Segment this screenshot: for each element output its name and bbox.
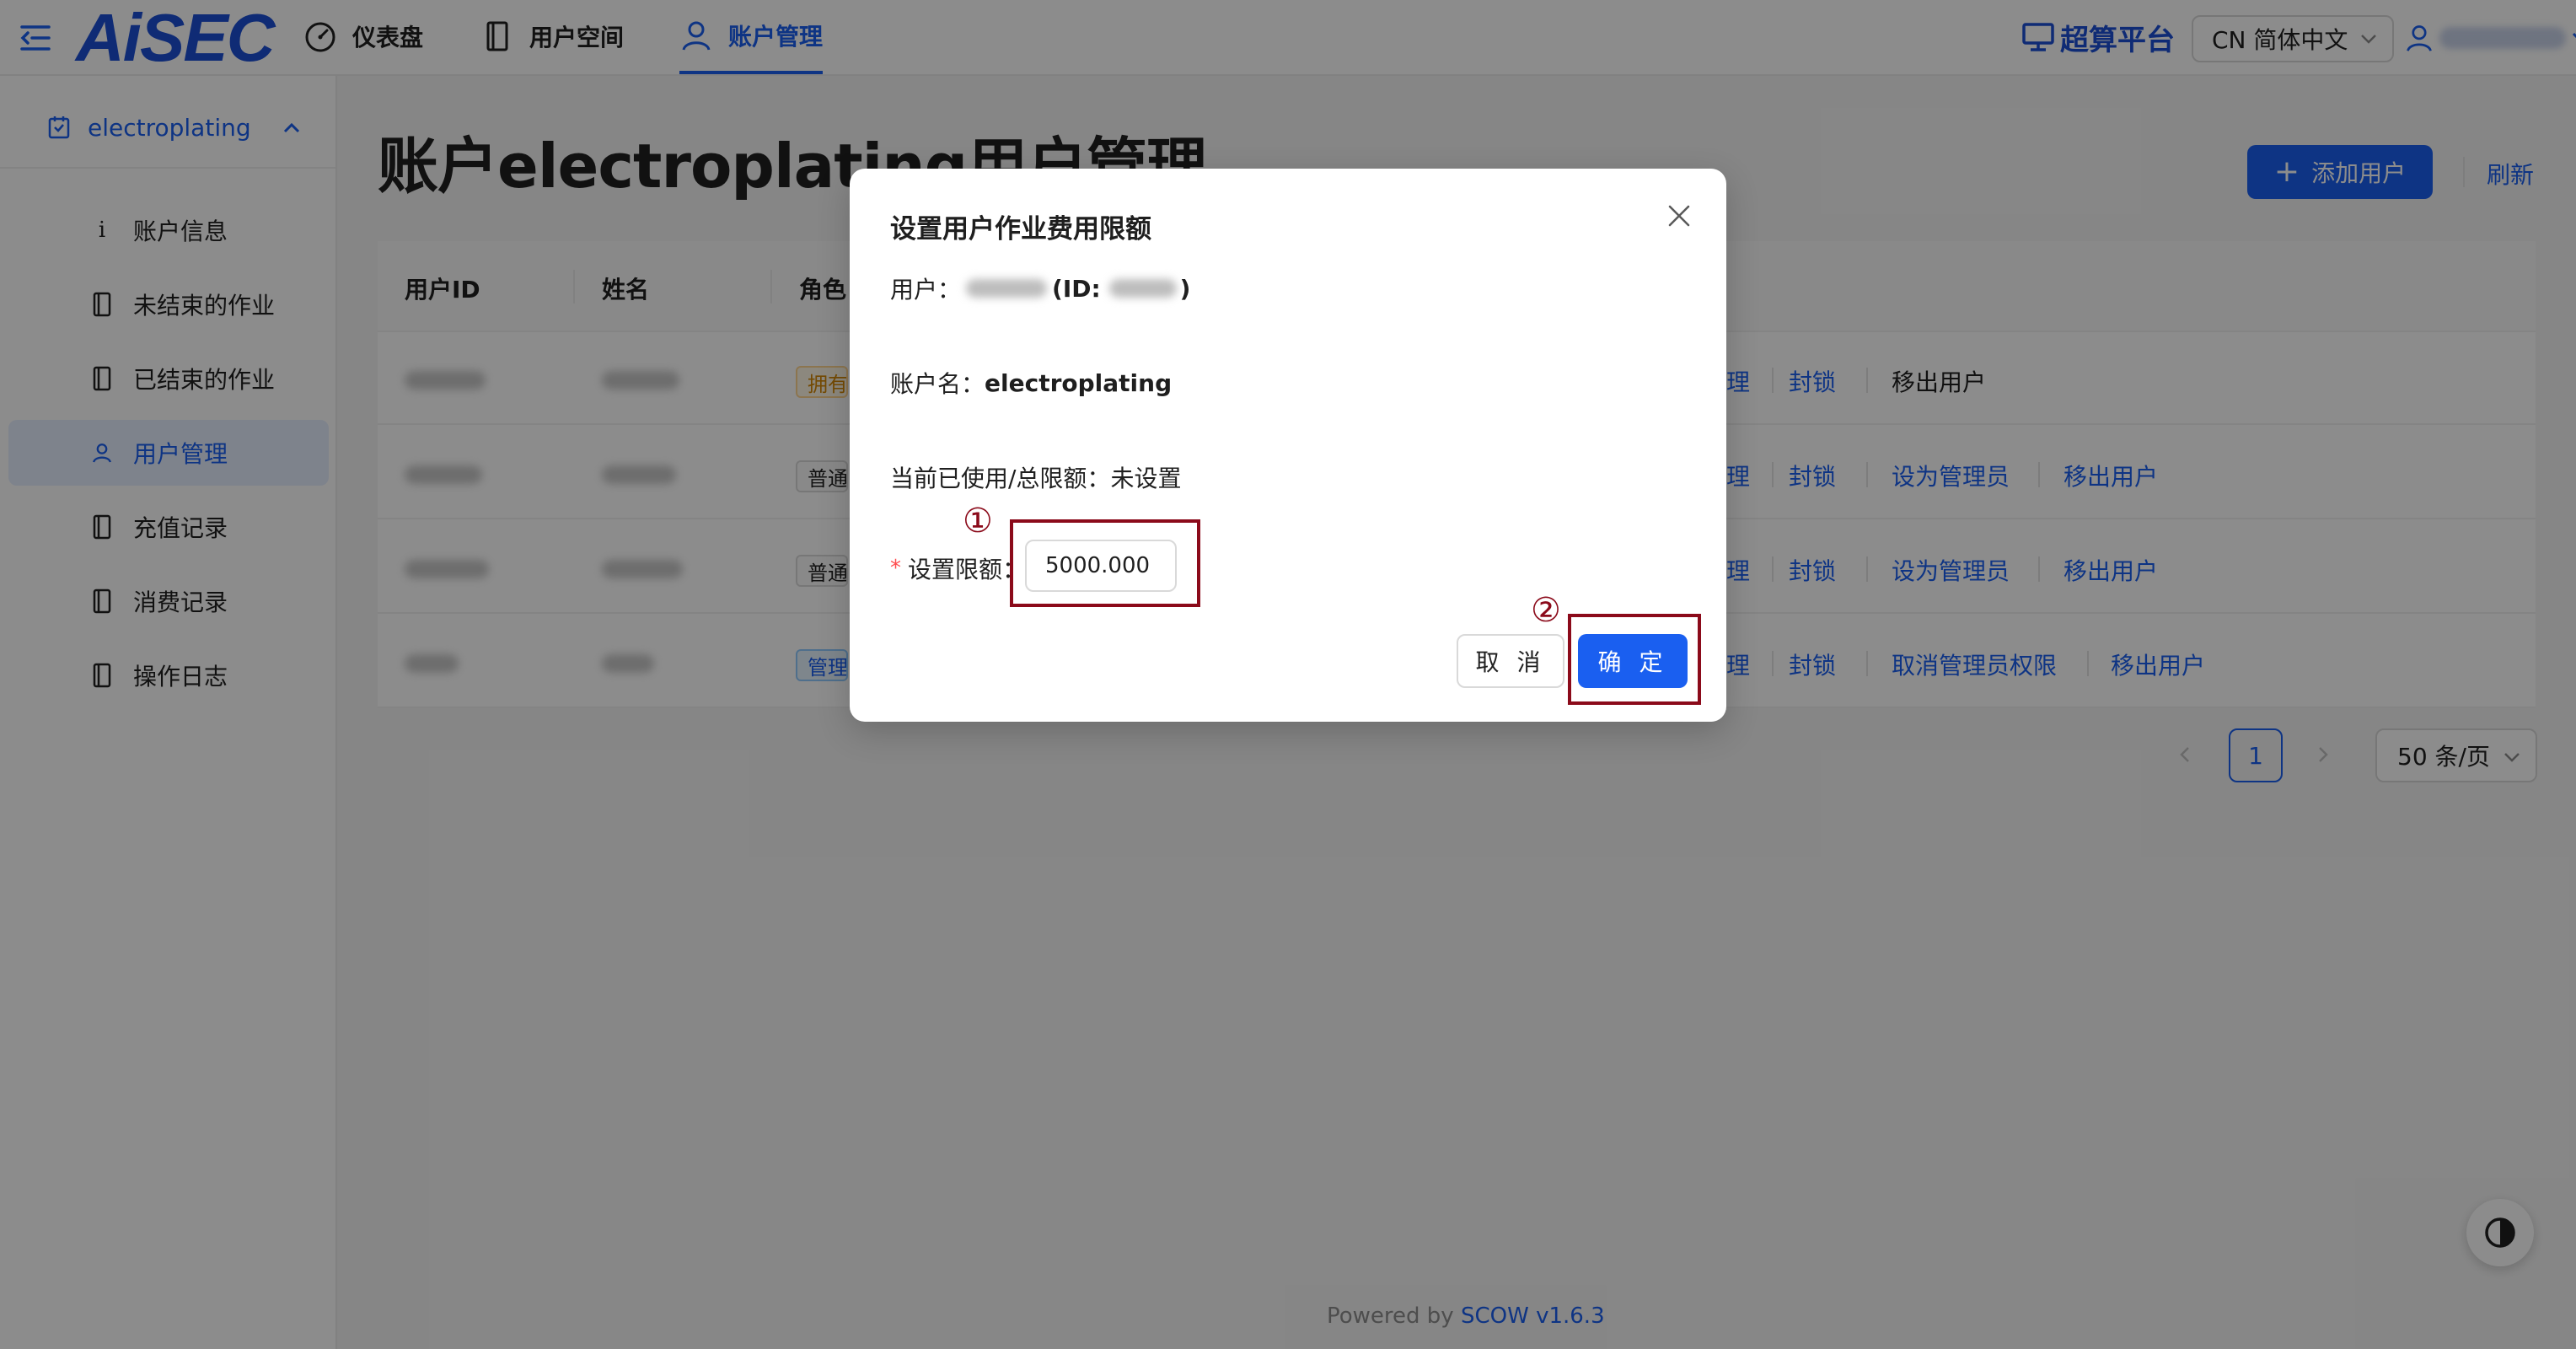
dialog-usage-line: 当前已使用/总限额： 未设置 bbox=[890, 460, 1181, 494]
close-icon[interactable] bbox=[1666, 202, 1693, 229]
cancel-button[interactable]: 取 消 bbox=[1457, 634, 1564, 688]
usage-value: 未设置 bbox=[1110, 465, 1182, 492]
annotation-box-step1 bbox=[1010, 519, 1200, 607]
set-limit-dialog: 设置用户作业费用限额 用户： (ID: ) 账户名： electroplatin… bbox=[850, 169, 1726, 722]
annotation-step1: ① bbox=[963, 502, 993, 540]
annotation-box-step2 bbox=[1568, 614, 1701, 705]
user-label: 用户： bbox=[890, 276, 962, 304]
dialog-account-line: 账户名： electroplating bbox=[890, 366, 1172, 400]
required-mark: * bbox=[890, 556, 901, 581]
user-id-prefix: (ID: bbox=[1052, 274, 1101, 303]
usage-label: 当前已使用/总限额： bbox=[890, 465, 1111, 492]
dialog-title: 设置用户作业费用限额 bbox=[890, 214, 1151, 245]
limit-label: 设置限额： bbox=[908, 556, 1027, 583]
annotation-step2: ② bbox=[1531, 591, 1561, 630]
username-redacted bbox=[966, 279, 1048, 298]
dialog-user-line: 用户： (ID: ) bbox=[890, 271, 1190, 305]
limit-form-label: * 设置限额： bbox=[890, 551, 1026, 585]
user-id-redacted bbox=[1108, 279, 1177, 298]
account-value: electroplating bbox=[985, 368, 1173, 397]
user-id-suffix: ) bbox=[1179, 274, 1191, 303]
account-label: 账户名： bbox=[890, 370, 985, 398]
